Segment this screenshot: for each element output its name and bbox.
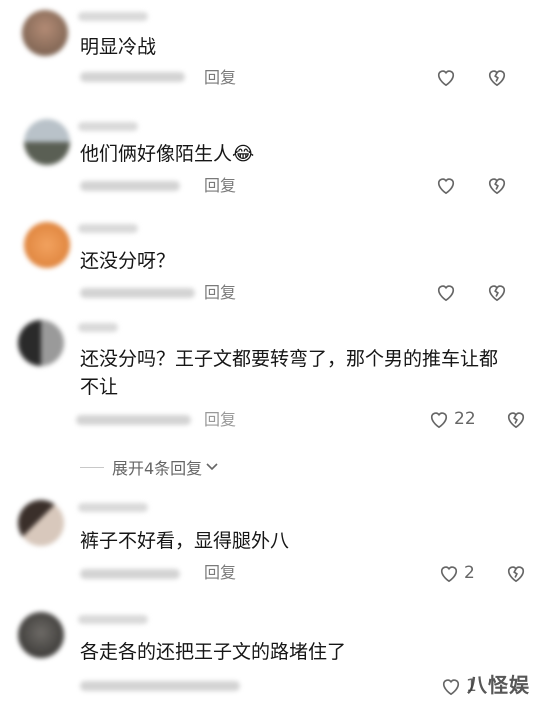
reply-button[interactable]: 回复 [204, 68, 236, 88]
like-button[interactable]: 2 [438, 563, 475, 583]
comment-text: 他们俩好像陌生人😂 [80, 143, 255, 165]
divider [80, 466, 104, 468]
like-button[interactable] [435, 67, 457, 87]
broken-heart-icon [507, 566, 525, 583]
comment-text-line1: 还没分吗？王子文都要转弯了，那个男的推车让都 [80, 348, 499, 370]
heart-outline-icon [437, 70, 455, 87]
dislike-button[interactable] [486, 67, 508, 87]
dislike-button[interactable] [486, 282, 508, 302]
comment-text: 还没分呀？ [80, 250, 176, 272]
username[interactable] [78, 503, 148, 512]
comment-time [80, 181, 180, 191]
like-count: 2 [464, 563, 475, 583]
avatar[interactable] [22, 10, 68, 56]
avatar[interactable] [18, 320, 64, 366]
expand-replies-label: 展开4条回复 [112, 459, 203, 478]
username[interactable] [78, 12, 148, 21]
comment-text: 裤子不好看，显得腿外八 [80, 530, 290, 552]
comment-item: 还没分呀？ 回复 [0, 210, 536, 315]
comment-item: 他们俩好像陌生人😂 回复 [0, 105, 536, 210]
avatar[interactable] [24, 119, 70, 165]
comment-text-line2: 不让 [80, 376, 119, 398]
watermark: 八怪娱 [467, 673, 530, 697]
username[interactable] [78, 224, 138, 233]
comment-time [80, 288, 195, 298]
comment-item: 裤子不好看，显得腿外八 回复 2 [0, 490, 536, 600]
broken-heart-icon [488, 70, 506, 87]
like-button[interactable]: 22 [428, 409, 476, 429]
expand-replies-button[interactable]: 展开4条回复 [80, 455, 219, 479]
like-button[interactable] [435, 175, 457, 195]
avatar[interactable] [24, 222, 70, 268]
heart-outline-icon [437, 178, 455, 195]
username[interactable] [78, 323, 118, 332]
dislike-button[interactable] [505, 409, 527, 429]
comment-text: 明显冷战 [80, 36, 157, 58]
comment-item: 还没分吗？王子文都要转弯了，那个男的推车让都 不让 回复 22 [0, 315, 536, 450]
reply-button[interactable]: 回复 [204, 176, 236, 196]
chevron-down-icon [206, 463, 218, 471]
heart-outline-icon [437, 285, 455, 302]
comment-time [80, 72, 185, 82]
reply-button[interactable]: 回复 [204, 410, 236, 430]
broken-heart-icon [507, 412, 525, 429]
heart-outline-icon [442, 679, 460, 696]
avatar[interactable] [18, 612, 64, 658]
dislike-button[interactable] [486, 175, 508, 195]
heart-outline-icon [440, 566, 458, 583]
comment-time [76, 415, 191, 425]
username[interactable] [78, 122, 138, 131]
broken-heart-icon [488, 178, 506, 195]
comment-time [80, 569, 180, 579]
reply-button[interactable]: 回复 [204, 283, 236, 303]
dislike-button[interactable] [505, 563, 527, 583]
comment-item: 各走各的还把王子文的路堵住了 回复 1 [0, 600, 536, 712]
comment-text: 各走各的还把王子文的路堵住了 [80, 641, 347, 663]
username[interactable] [78, 615, 148, 624]
like-count: 22 [454, 409, 476, 429]
reply-button[interactable]: 回复 [204, 563, 236, 583]
avatar[interactable] [18, 500, 64, 546]
heart-outline-icon [430, 412, 448, 429]
like-button[interactable] [435, 282, 457, 302]
broken-heart-icon [488, 285, 506, 302]
comment-time [80, 681, 240, 691]
comment-item: 明显冷战 回复 [0, 0, 536, 105]
